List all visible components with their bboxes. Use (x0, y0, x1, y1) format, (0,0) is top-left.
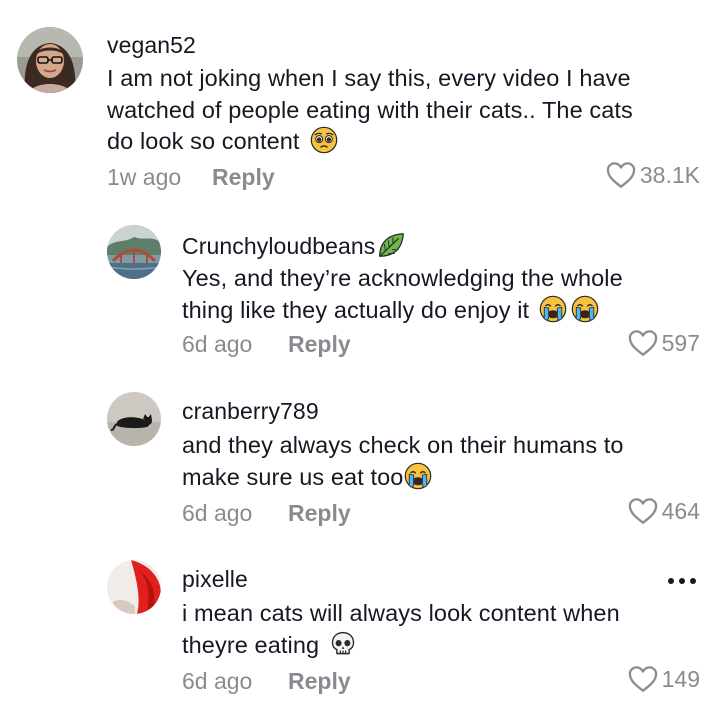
avatar[interactable] (107, 392, 161, 446)
crying-face-icon (539, 295, 567, 323)
like-count: 38.1K (639, 161, 700, 188)
comment-username[interactable]: cranberry789 (182, 398, 319, 425)
comment-timestamp: 6d ago (182, 668, 253, 694)
comment-username-text: Crunchyloudbeans (182, 233, 376, 259)
reply-button[interactable]: Reply (212, 164, 275, 191)
pleading-face-icon (310, 126, 338, 154)
more-options-button[interactable] (668, 578, 696, 584)
heart-icon (628, 665, 658, 693)
comment-text-line: thing like they actually do enjoy it (182, 296, 530, 323)
avatar[interactable] (17, 27, 83, 93)
comment-text-line: watched of people eating with their cats… (107, 96, 633, 123)
like-count: 149 (661, 665, 700, 692)
like-button[interactable]: 149 (628, 665, 700, 693)
comment-text-line: and they always check on their humans to (182, 432, 624, 458)
comment-text: I am not joking when I say this, every v… (107, 63, 633, 158)
comment-text-line: Yes, and they’re acknowledging the whole (182, 265, 623, 291)
comment-text: Yes, and they’re acknowledging the whole… (182, 263, 623, 326)
reply-button[interactable]: Reply (288, 500, 351, 527)
avatar[interactable] (107, 225, 161, 279)
reply-button[interactable]: Reply (288, 668, 351, 695)
comment-timestamp: 1w ago (107, 164, 182, 190)
comment-timestamp: 6d ago (182, 500, 253, 526)
comment-username[interactable]: pixelle (182, 566, 248, 593)
comment-username[interactable]: vegan52 (107, 32, 196, 59)
comment-text: and they always check on their humans to… (182, 430, 624, 493)
heart-icon (628, 497, 658, 525)
avatar[interactable] (107, 560, 161, 614)
skull-icon (329, 630, 357, 658)
like-button[interactable]: 464 (628, 497, 700, 525)
heart-icon (606, 161, 636, 189)
comment-item: vegan52 I am not joking when I say this,… (0, 0, 710, 200)
more-dot (679, 578, 685, 584)
crying-face-icon (404, 462, 432, 490)
comment-username[interactable]: Crunchyloudbeans (182, 230, 406, 260)
like-button[interactable]: 38.1K (606, 161, 700, 189)
more-dot (690, 578, 696, 584)
like-count: 597 (661, 329, 700, 356)
leaf-icon (376, 230, 406, 260)
more-dot (668, 578, 674, 584)
comment-text-line: I am not joking when I say this, every v… (107, 65, 631, 91)
comment-text-line: theyre eating (182, 631, 320, 658)
comment-text-line: make sure us eat too (182, 463, 404, 490)
heart-icon (628, 329, 658, 357)
like-button[interactable]: 597 (628, 329, 700, 357)
comment-text: i mean cats will always look content whe… (182, 598, 620, 661)
comment-timestamp: 6d ago (182, 331, 253, 357)
like-count: 464 (661, 497, 700, 524)
comment-text-line: do look so content (107, 128, 300, 154)
comment-text-line: i mean cats will always look content whe… (182, 600, 620, 626)
reply-button[interactable]: Reply (288, 331, 351, 358)
crying-face-icon (571, 295, 599, 323)
